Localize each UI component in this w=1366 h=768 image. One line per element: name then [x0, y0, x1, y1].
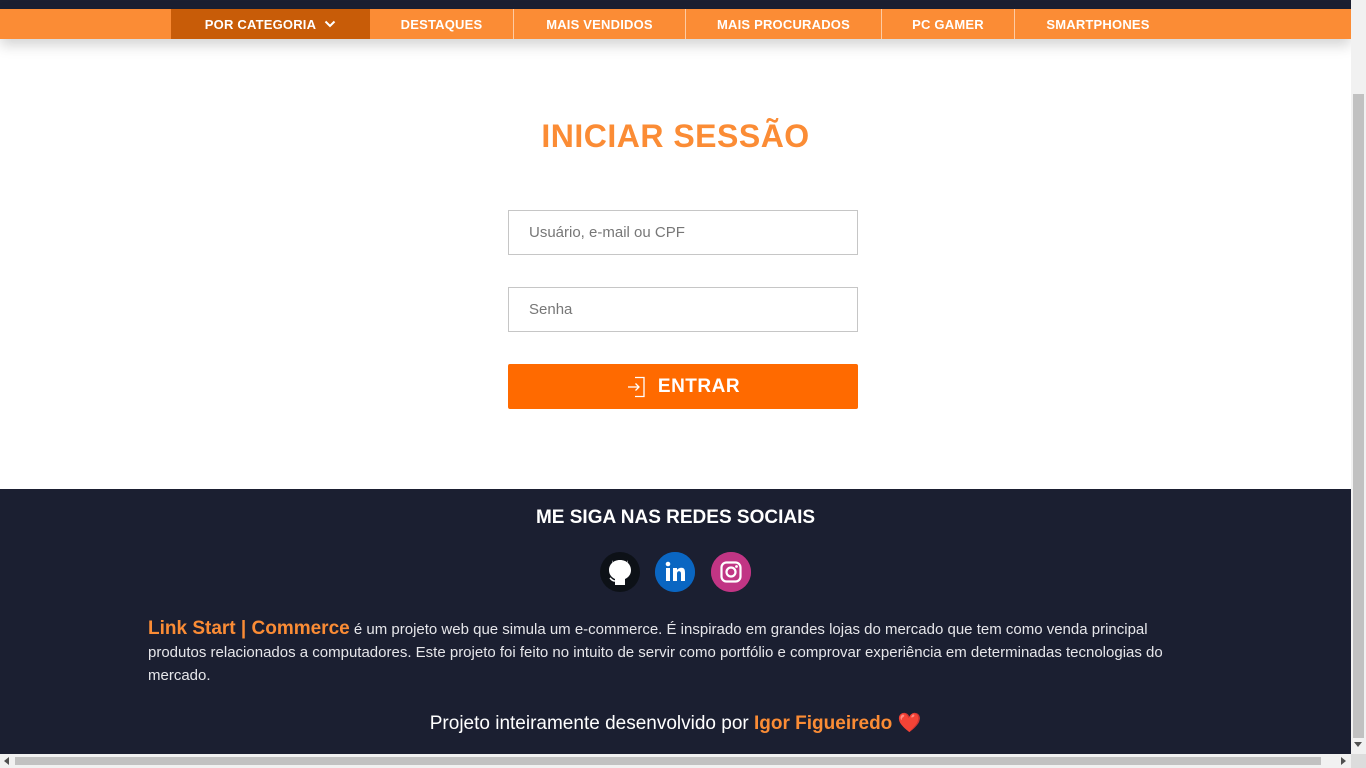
login-icon: [627, 376, 645, 397]
instagram-link[interactable]: [711, 552, 751, 592]
site-footer: ME SIGA NAS REDES SOCIAIS Link Start | C…: [0, 489, 1351, 754]
credit-line: Projeto inteiramente desenvolvido por Ig…: [0, 711, 1351, 735]
chevron-down-icon: [324, 20, 336, 28]
project-description: Link Start | Commerce é um projeto web q…: [148, 617, 1208, 687]
linkedin-link[interactable]: [655, 552, 695, 592]
nav-item-label: MAIS VENDIDOS: [546, 16, 653, 32]
category-navbar: POR CATEGORIA DESTAQUES MAIS VENDIDOS MA…: [0, 9, 1351, 39]
scroll-left-arrow-icon[interactable]: [4, 757, 9, 765]
nav-item-mais-vendidos[interactable]: MAIS VENDIDOS: [514, 9, 686, 39]
nav-item-por-categoria[interactable]: POR CATEGORIA: [171, 9, 370, 39]
password-input[interactable]: [508, 287, 858, 332]
github-link[interactable]: [600, 552, 640, 592]
github-icon: [600, 552, 640, 592]
brand-link[interactable]: Link Start | Commerce: [148, 618, 350, 639]
scrollbar-corner: [1351, 754, 1366, 768]
scroll-down-arrow-icon[interactable]: [1354, 742, 1362, 747]
social-title: ME SIGA NAS REDES SOCIAIS: [535, 507, 816, 528]
scroll-right-arrow-icon[interactable]: [1341, 757, 1346, 765]
nav-item-label: MAIS PROCURADOS: [716, 16, 850, 32]
nav-item-label: DESTAQUES: [400, 16, 483, 32]
page-title: INICIAR SESSÃO: [541, 118, 810, 154]
nav-item-label: PC GAMER: [912, 16, 984, 32]
linkedin-icon: [655, 552, 695, 592]
nav-item-label: POR CATEGORIA: [204, 16, 317, 32]
author-link[interactable]: Igor Figueiredo: [754, 713, 892, 734]
vertical-scrollbar[interactable]: [1351, 0, 1366, 754]
nav-item-smartphones[interactable]: SMARTPHONES: [1015, 9, 1181, 39]
login-button-label: ENTRAR: [657, 375, 741, 397]
nav-item-destaques[interactable]: DESTAQUES: [370, 9, 514, 39]
top-strip: [0, 0, 1351, 9]
instagram-icon: [711, 552, 751, 592]
horizontal-scrollbar[interactable]: [0, 754, 1351, 768]
social-links: [600, 552, 760, 592]
nav-item-mais-procurados[interactable]: MAIS PROCURADOS: [686, 9, 882, 39]
heart-icon: ❤️: [897, 713, 922, 734]
nav-item-label: SMARTPHONES: [1046, 16, 1150, 32]
username-input[interactable]: [508, 210, 858, 255]
login-button[interactable]: ENTRAR: [508, 364, 858, 409]
vertical-scrollbar-thumb[interactable]: [1353, 94, 1364, 738]
nav-item-pc-gamer[interactable]: PC GAMER: [882, 9, 1015, 39]
credit-prefix: Projeto inteiramente desenvolvido por: [429, 713, 754, 734]
horizontal-scrollbar-thumb[interactable]: [15, 757, 1321, 765]
